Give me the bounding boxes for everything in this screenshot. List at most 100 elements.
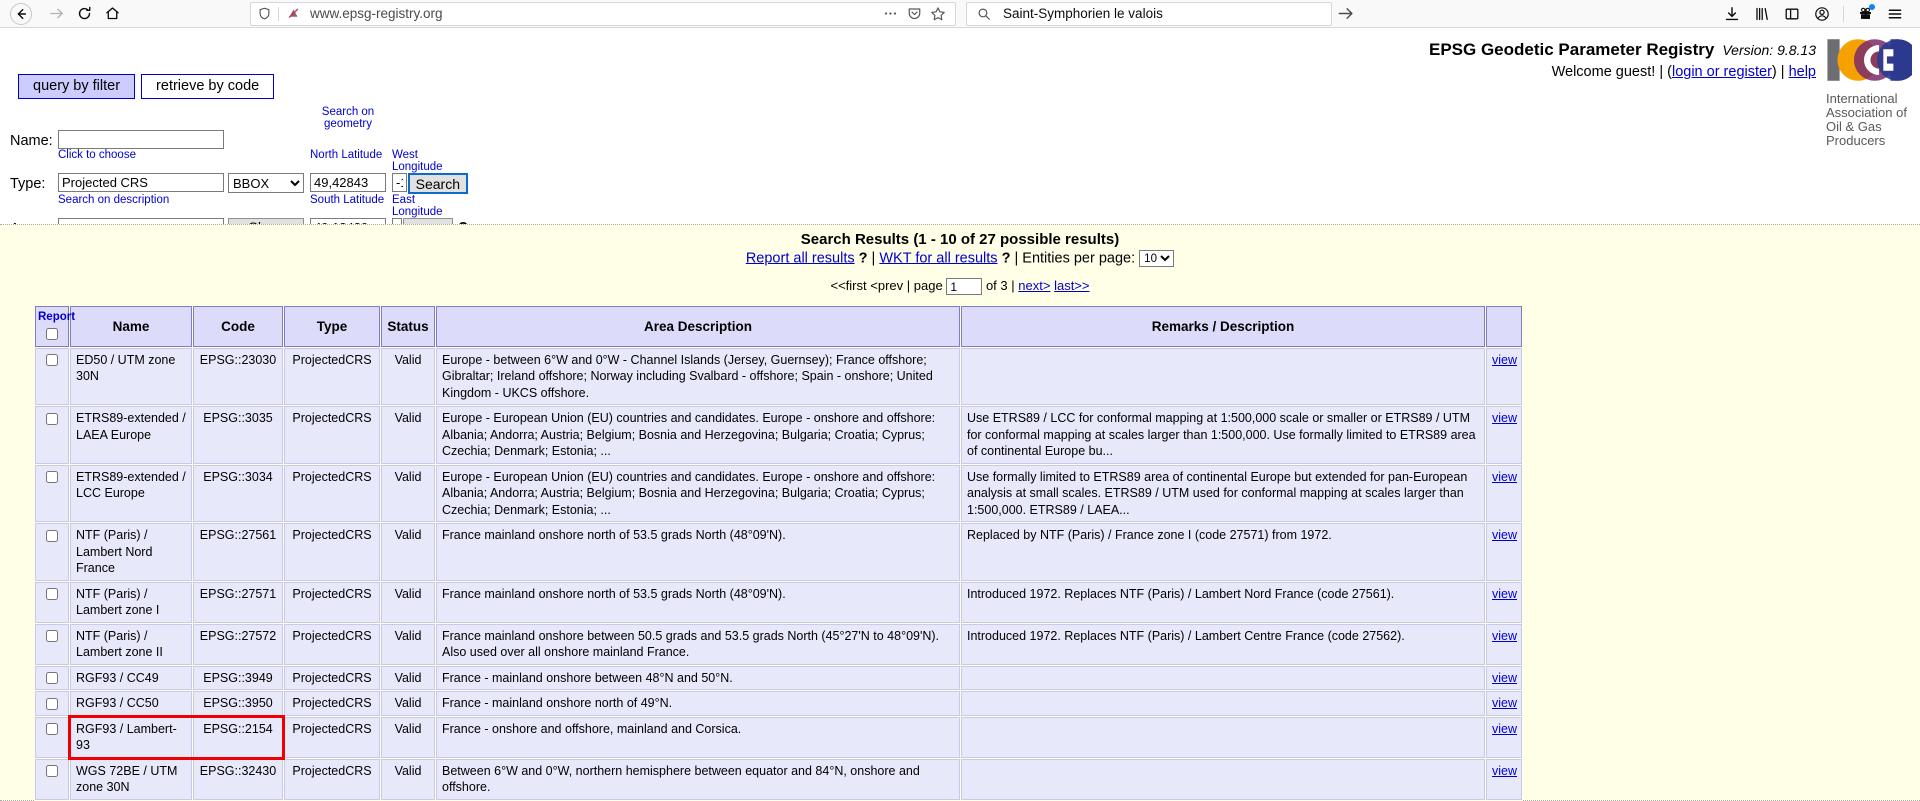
row-area-description: Between 6°W and 0°W, northern hemisphere… xyxy=(436,758,960,800)
row-report-checkbox[interactable] xyxy=(46,630,58,643)
help-link[interactable]: help xyxy=(1789,64,1816,80)
row-view-link[interactable]: view xyxy=(1492,470,1517,484)
search-on-geometry-label[interactable]: Search on geometry xyxy=(310,106,386,130)
url-text[interactable]: www.epsg-registry.org xyxy=(302,6,879,21)
name-input[interactable] xyxy=(58,130,224,150)
geometry-mode-wrap: BBOX xyxy=(228,173,304,194)
back-button[interactable] xyxy=(10,2,32,25)
bookmark-star-icon[interactable] xyxy=(927,4,949,24)
tracker-blocked-icon[interactable] xyxy=(284,5,302,23)
row-code: EPSG::3035 xyxy=(193,406,283,464)
links-sep-2: | xyxy=(1014,250,1019,267)
header-report: Report xyxy=(35,306,76,347)
row-view-cell: view xyxy=(1486,716,1522,758)
row-code: EPSG::3949 xyxy=(193,665,283,691)
pocket-icon[interactable] xyxy=(903,4,925,24)
click-to-choose-label[interactable]: Click to choose xyxy=(58,149,224,161)
url-bar[interactable]: www.epsg-registry.org xyxy=(250,1,956,26)
row-report-cell xyxy=(35,665,69,691)
east-longitude-label: East Longitude xyxy=(392,194,443,219)
row-view-cell: view xyxy=(1486,758,1522,800)
report-all-results-link[interactable]: Report all results xyxy=(746,250,855,266)
row-view-link[interactable]: view xyxy=(1492,353,1517,367)
row-report-checkbox[interactable] xyxy=(46,697,58,710)
search-results-panel: Search Results (1 - 10 of 27 possible re… xyxy=(0,224,1920,801)
search-icon xyxy=(973,4,995,24)
row-report-checkbox[interactable] xyxy=(46,588,58,601)
hamburger-menu-icon[interactable] xyxy=(1880,1,1910,27)
results-table-wrap: Report Name Code Type Status Area Descri… xyxy=(34,305,1886,801)
row-report-cell xyxy=(35,464,69,523)
login-register-link[interactable]: login or register xyxy=(1672,64,1772,80)
row-type: ProjectedCRS xyxy=(284,758,380,800)
forward-button[interactable] xyxy=(42,1,70,27)
home-button[interactable] xyxy=(98,1,126,27)
row-view-link[interactable]: view xyxy=(1492,587,1517,601)
row-report-checkbox[interactable] xyxy=(46,354,58,367)
row-view-link[interactable]: view xyxy=(1492,722,1517,736)
library-icon[interactable] xyxy=(1747,1,1777,27)
row-name: ED50 / UTM zone 30N xyxy=(70,347,192,406)
account-icon[interactable] xyxy=(1807,1,1837,27)
wkt-all-results-link[interactable]: WKT for all results xyxy=(879,250,997,266)
type-label: Type: xyxy=(10,176,46,193)
tab-retrieve-by-code[interactable]: retrieve by code xyxy=(141,74,275,99)
table-row: RGF93 / Lambert-93 EPSG::2154 ProjectedCRS… xyxy=(35,716,1522,758)
search-bar[interactable]: Saint-Symphorien le valois xyxy=(966,1,1332,26)
row-view-link[interactable]: view xyxy=(1492,696,1517,710)
report-select-all-checkbox[interactable] xyxy=(46,328,58,340)
table-row: ETRS89-extended / LAEA Europe EPSG::3035 P… xyxy=(35,406,1522,464)
search-button[interactable]: Search xyxy=(407,173,468,195)
report-header-label: Report xyxy=(38,311,76,324)
row-remarks: Use ETRS89 / LCC for conformal mapping a… xyxy=(961,406,1485,464)
row-report-checkbox[interactable] xyxy=(46,765,58,778)
row-view-link[interactable]: view xyxy=(1492,528,1517,542)
row-report-checkbox[interactable] xyxy=(46,723,58,736)
extension-gift-icon[interactable] xyxy=(1850,1,1880,27)
tab-query-by-filter[interactable]: query by filter xyxy=(18,74,136,99)
form-tabs: query by filter retrieve by code xyxy=(18,74,468,99)
row-report-checkbox[interactable] xyxy=(46,471,58,484)
row-view-link[interactable]: view xyxy=(1492,764,1517,778)
reload-button[interactable] xyxy=(70,1,98,27)
row-report-checkbox[interactable] xyxy=(46,672,58,685)
geometry-mode-select[interactable]: BBOX xyxy=(228,173,304,194)
row-type: ProjectedCRS xyxy=(284,691,380,716)
pager-prev-top[interactable]: <prev xyxy=(870,278,903,293)
header-area-description: Area Description xyxy=(436,306,960,347)
row-status: Valid xyxy=(381,523,435,581)
west-longitude-input[interactable] xyxy=(392,173,407,193)
wkt-help-icon[interactable]: ? xyxy=(1002,250,1011,266)
row-report-cell xyxy=(35,347,69,406)
row-name: RGF93 / CC50 xyxy=(70,691,192,716)
row-report-checkbox[interactable] xyxy=(46,412,58,425)
search-query-text[interactable]: Saint-Symphorien le valois xyxy=(995,6,1325,21)
search-go-button[interactable] xyxy=(1332,3,1358,25)
pager-last-top[interactable]: last>> xyxy=(1054,278,1089,293)
table-row: NTF (Paris) / Lambert zone II EPSG::27572… xyxy=(35,623,1522,665)
report-help-icon[interactable]: ? xyxy=(859,250,868,266)
site-header-text: EPSG Geodetic Parameter Registry Version:… xyxy=(1429,36,1826,80)
row-status: Valid xyxy=(381,347,435,406)
north-latitude-input[interactable] xyxy=(310,173,386,193)
iogp-logo-icon xyxy=(1827,39,1919,81)
pager-first-top[interactable]: <<first xyxy=(831,278,867,293)
entities-per-page-select[interactable]: 10 xyxy=(1139,250,1175,267)
type-input[interactable] xyxy=(58,173,224,193)
row-report-cell xyxy=(35,691,69,716)
row-remarks xyxy=(961,758,1485,800)
row-view-link[interactable]: view xyxy=(1492,629,1517,643)
row-view-link[interactable]: view xyxy=(1492,411,1517,425)
row-status: Valid xyxy=(381,623,435,665)
row-code: EPSG::27572 xyxy=(193,623,283,665)
search-on-description-label[interactable]: Search on description xyxy=(58,194,224,206)
sidebar-icon[interactable] xyxy=(1777,1,1807,27)
pager-page-input-top[interactable] xyxy=(946,278,983,296)
row-report-checkbox[interactable] xyxy=(46,529,58,542)
row-area-description: France mainland onshore north of 53.5 gr… xyxy=(436,523,960,581)
row-view-link[interactable]: view xyxy=(1492,671,1517,685)
shield-icon[interactable] xyxy=(255,5,273,23)
page-actions-icon[interactable] xyxy=(879,4,901,24)
pager-next-top[interactable]: next> xyxy=(1018,278,1050,293)
downloads-icon[interactable] xyxy=(1717,1,1747,27)
